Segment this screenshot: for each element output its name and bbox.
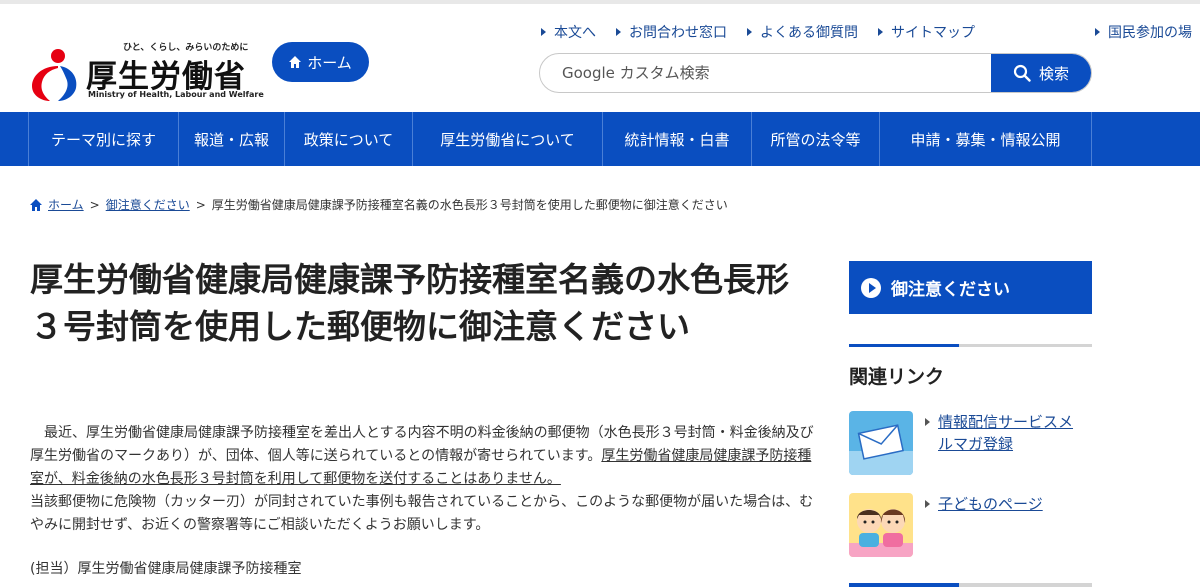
search-icon bbox=[1013, 64, 1031, 82]
mhlw-logo-mark-icon bbox=[32, 49, 77, 101]
gnav-item-policy[interactable]: 政策について bbox=[285, 112, 413, 166]
page-title: 厚生労働省健康局健康課予防接種室名義の水色長形３号封筒を使用した郵便物に御注意く… bbox=[30, 260, 789, 346]
breadcrumb-current: 厚生労働省健康局健康課予防接種室名義の水色長形３号封筒を使用した郵便物に御注意く… bbox=[211, 198, 728, 212]
triangle-icon bbox=[616, 28, 621, 36]
logo-english-name: Ministry of Health, Labour and Welfare bbox=[88, 90, 264, 99]
search-button-label: 検索 bbox=[1038, 64, 1069, 83]
breadcrumb-separator: > bbox=[89, 197, 100, 212]
article-paragraph: 当該郵便物に危険物（カッター刃）が同封されていた事例も報告されていることから、こ… bbox=[30, 494, 814, 533]
top-border bbox=[0, 0, 1200, 4]
gnav-item-press[interactable]: 報道・広報 bbox=[179, 112, 285, 166]
sidebar-caution-link[interactable]: 御注意ください bbox=[849, 261, 1092, 314]
home-icon bbox=[30, 198, 42, 211]
breadcrumb-home[interactable]: ホーム bbox=[48, 196, 84, 213]
contact-department: (担当）厚生労働省健康局健康課予防接種室 bbox=[30, 561, 302, 577]
gnav-item-applications[interactable]: 申請・募集・情報公開 bbox=[880, 112, 1092, 166]
article-body: 最近、厚生労働省健康局健康課予防接種室を差出人とする内容不明の料金後納の郵便物（… bbox=[30, 422, 822, 537]
triangle-icon bbox=[878, 28, 883, 36]
kids-page-thumbnail[interactable] bbox=[849, 493, 913, 557]
gnav-item-statistics[interactable]: 統計情報・白書 bbox=[603, 112, 752, 166]
triangle-icon bbox=[747, 28, 752, 36]
related-links-heading: 関連リンク bbox=[849, 366, 945, 388]
related-link-kids-page[interactable]: 子どものページ bbox=[925, 493, 1075, 557]
global-nav: テーマ別に探す 報道・広報 政策について 厚生労働省について 統計情報・白書 所… bbox=[0, 112, 1200, 166]
breadcrumb-caution[interactable]: 御注意ください bbox=[106, 196, 190, 213]
sidebar-caution-label: 御注意ください bbox=[891, 280, 1010, 300]
util-link-faq[interactable]: よくある御質問 bbox=[747, 22, 858, 42]
home-button[interactable]: ホーム bbox=[272, 42, 369, 82]
mhlw-logo[interactable]: ひと、くらし、みらいのために 厚生労働省 Ministry of Health,… bbox=[28, 40, 264, 104]
gnav-item-about[interactable]: 厚生労働省について bbox=[413, 112, 603, 166]
breadcrumb-separator: > bbox=[195, 197, 206, 212]
util-link-sitemap[interactable]: サイトマップ bbox=[878, 22, 975, 42]
envelope-icon bbox=[849, 411, 913, 475]
triangle-icon bbox=[541, 28, 546, 36]
utility-nav: 本文へ お問合わせ窓口 よくある御質問 サイトマップ 国民参加の場 bbox=[541, 22, 1192, 42]
breadcrumb: ホーム > 御注意ください > 厚生労働省健康局健康課予防接種室名義の水色長形３… bbox=[30, 196, 728, 213]
home-button-label: ホーム bbox=[307, 53, 352, 72]
sidebar-divider bbox=[849, 583, 1092, 587]
triangle-icon bbox=[925, 418, 930, 426]
sidebar-divider bbox=[849, 344, 1092, 347]
triangle-icon bbox=[925, 500, 930, 508]
children-icon bbox=[849, 493, 913, 557]
related-link-mail-magazine[interactable]: 情報配信サービスメルマガ登録 bbox=[925, 411, 1075, 475]
gnav-item-laws[interactable]: 所管の法令等 bbox=[752, 112, 880, 166]
play-circle-icon bbox=[861, 277, 881, 298]
mail-magazine-thumbnail[interactable] bbox=[849, 411, 913, 475]
util-link-contact[interactable]: お問合わせ窓口 bbox=[616, 22, 727, 42]
home-icon bbox=[289, 56, 302, 68]
search-box: 検索 bbox=[539, 53, 1092, 93]
util-link-participation[interactable]: 国民参加の場 bbox=[1095, 22, 1192, 42]
related-link-item: 情報配信サービスメルマガ登録 bbox=[849, 411, 1075, 475]
util-link-main-content[interactable]: 本文へ bbox=[541, 22, 596, 42]
related-link-item: 子どものページ bbox=[849, 493, 1075, 557]
gnav-item-themes[interactable]: テーマ別に探す bbox=[29, 112, 179, 166]
triangle-icon bbox=[1095, 28, 1100, 36]
search-button[interactable]: 検索 bbox=[991, 54, 1091, 92]
search-input[interactable] bbox=[540, 54, 991, 92]
